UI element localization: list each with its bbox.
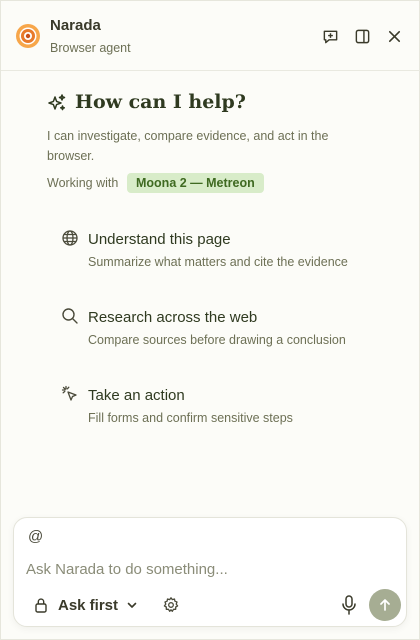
- permission-mode-label: Ask first: [58, 596, 119, 614]
- search-icon: [62, 308, 78, 324]
- suggestion-understand-page[interactable]: Understand this page Summarize what matt…: [57, 227, 387, 281]
- suggestion-description: Fill forms and confirm sensitive steps: [88, 411, 293, 425]
- toggle-sidebar-button[interactable]: [351, 25, 373, 47]
- chevron-down-icon: [127, 602, 137, 608]
- narada-logo-icon: [16, 24, 40, 48]
- working-with-label: Working with: [47, 176, 119, 190]
- new-chat-icon: [323, 30, 337, 43]
- settings-gear-icon[interactable]: [162, 596, 180, 614]
- suggestion-title: Understand this page: [88, 231, 231, 248]
- hero-description: I can investigate, compare evidence, and…: [47, 129, 329, 163]
- header: Narada Browser agent: [1, 1, 420, 71]
- prompt-input[interactable]: [26, 556, 386, 582]
- close-button[interactable]: [383, 25, 405, 47]
- suggestion-description: Compare sources before drawing a conclus…: [88, 333, 346, 347]
- suggestion-take-action[interactable]: Take an action Fill forms and confirm se…: [57, 383, 387, 437]
- suggestion-description: Summarize what matters and cite the evid…: [88, 255, 348, 269]
- sparkles-icon: [48, 94, 66, 111]
- lock-icon: [35, 598, 47, 613]
- arrow-up-icon: [380, 599, 390, 611]
- suggestion-title: Take an action: [88, 387, 185, 404]
- new-chat-button[interactable]: [319, 25, 341, 47]
- suggestion-title: Research across the web: [88, 309, 258, 326]
- app-subtitle: Browser agent: [50, 41, 131, 55]
- mention-button[interactable]: @: [28, 528, 43, 545]
- close-icon: [388, 30, 400, 42]
- cursor-click-icon: [61, 385, 77, 401]
- sidebar-panel-icon: [355, 29, 369, 43]
- send-button[interactable]: [369, 589, 401, 621]
- page-title: How can I help?: [75, 91, 246, 113]
- globe-icon: [62, 230, 78, 246]
- app-name: Narada: [50, 17, 101, 34]
- composer: @ Ask first: [13, 517, 407, 627]
- side-panel: Narada Browser agent How can I help? I c…: [0, 0, 420, 640]
- microphone-icon[interactable]: [339, 594, 359, 616]
- permission-mode-dropdown[interactable]: Ask first: [34, 594, 138, 616]
- context-chip[interactable]: Moona 2 — Metreon: [127, 173, 264, 193]
- suggestion-research-web[interactable]: Research across the web Compare sources …: [57, 305, 387, 359]
